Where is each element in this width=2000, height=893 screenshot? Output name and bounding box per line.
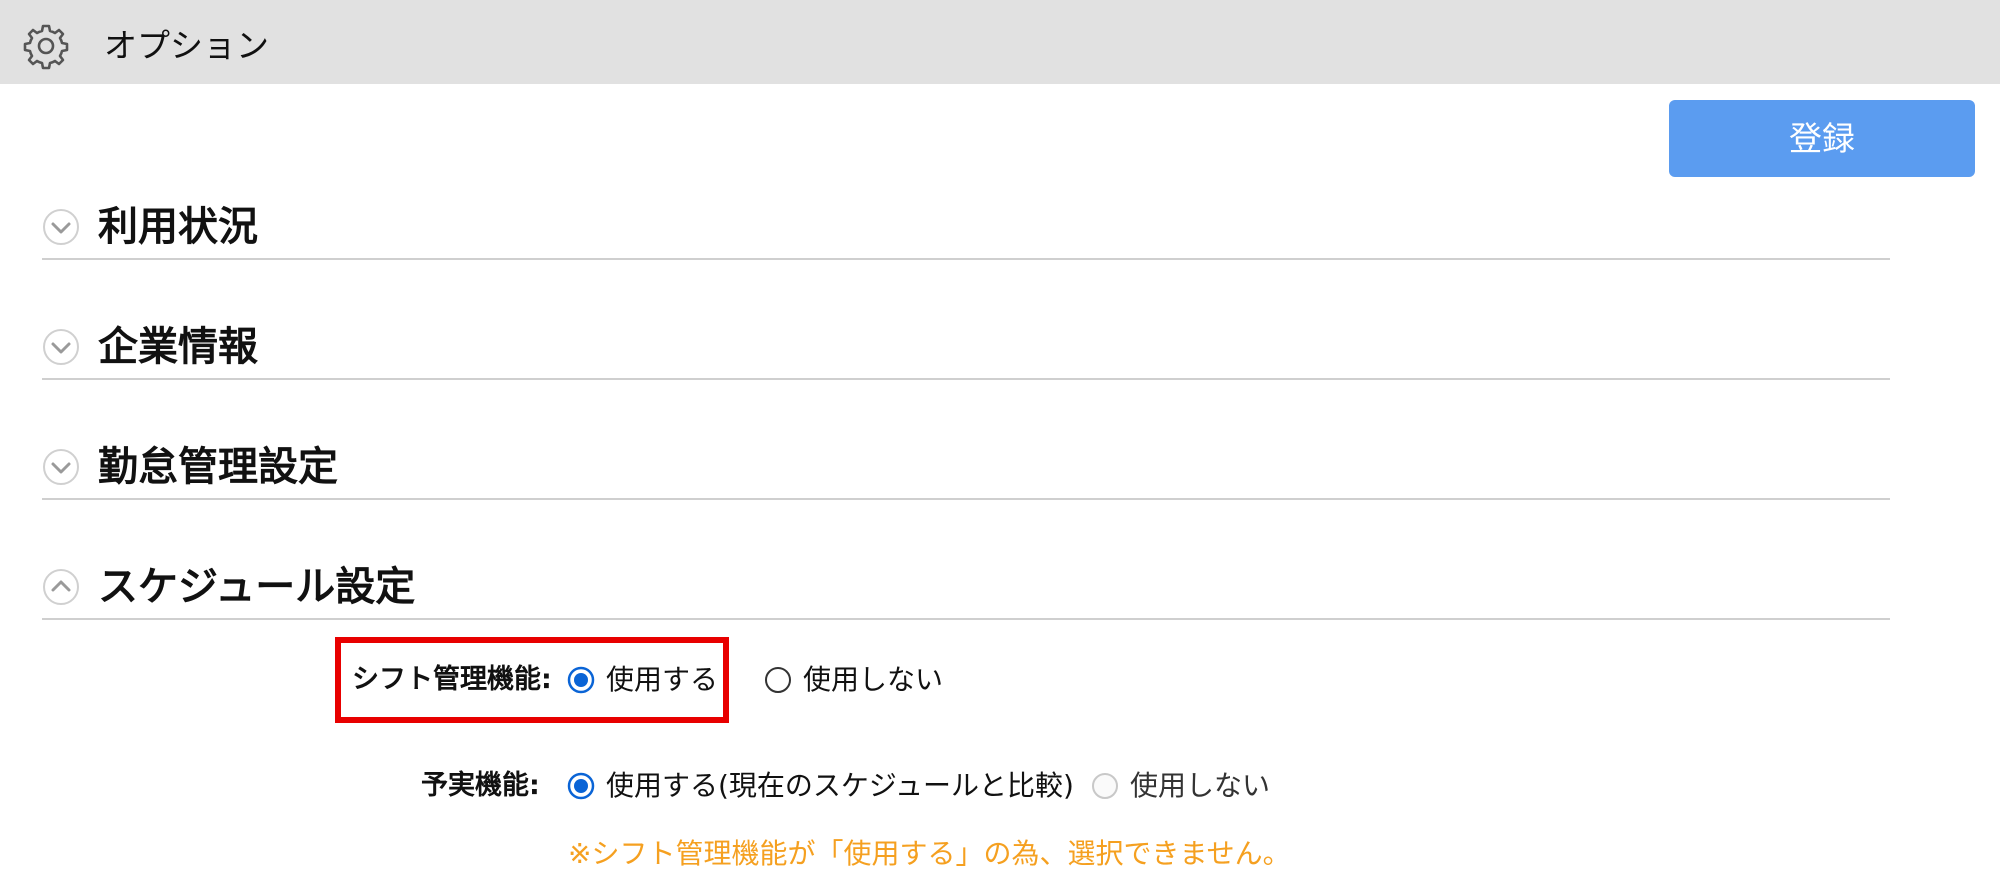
gear-icon	[23, 24, 69, 70]
chevron-up-icon[interactable]	[42, 568, 80, 606]
section-title: スケジュール設定	[98, 564, 416, 610]
radio-shift-not-use[interactable]	[764, 666, 792, 694]
radio-yojitsu-not-use[interactable]	[1091, 772, 1119, 800]
section-schedule-settings[interactable]: スケジュール設定	[42, 550, 1890, 620]
divider	[42, 378, 1890, 380]
chevron-down-icon[interactable]	[42, 328, 80, 366]
radio-shift-not-use-label[interactable]: 使用しない	[803, 660, 943, 700]
radio-yojitsu-use-label[interactable]: 使用する(現在のスケジュールと比較)	[606, 766, 1074, 806]
section-usage-status[interactable]: 利用状況	[42, 190, 1890, 260]
section-title: 企業情報	[98, 324, 258, 370]
register-button[interactable]: 登録	[1669, 100, 1975, 177]
radio-shift-use-label[interactable]: 使用する	[606, 660, 718, 700]
section-company-info[interactable]: 企業情報	[42, 310, 1890, 380]
radio-yojitsu-not-use-label[interactable]: 使用しない	[1130, 766, 1270, 806]
title-bar: オプション	[0, 0, 2000, 84]
yojitsu-function-label: 予実機能:	[421, 770, 540, 801]
radio-yojitsu-use[interactable]	[567, 772, 595, 800]
chevron-down-icon[interactable]	[42, 208, 80, 246]
section-title: 利用状況	[98, 204, 258, 250]
disabled-note: ※シフト管理機能が「使用する」の為、選択できません。	[568, 837, 1291, 870]
divider	[42, 498, 1890, 500]
radio-shift-use[interactable]	[567, 666, 595, 694]
chevron-down-icon[interactable]	[42, 448, 80, 486]
window-title: オプション	[104, 26, 269, 65]
divider	[42, 618, 1890, 620]
divider	[42, 258, 1890, 260]
section-title: 勤怠管理設定	[98, 444, 338, 490]
shift-function-label: シフト管理機能:	[352, 664, 552, 695]
section-attendance-settings[interactable]: 勤怠管理設定	[42, 430, 1890, 500]
